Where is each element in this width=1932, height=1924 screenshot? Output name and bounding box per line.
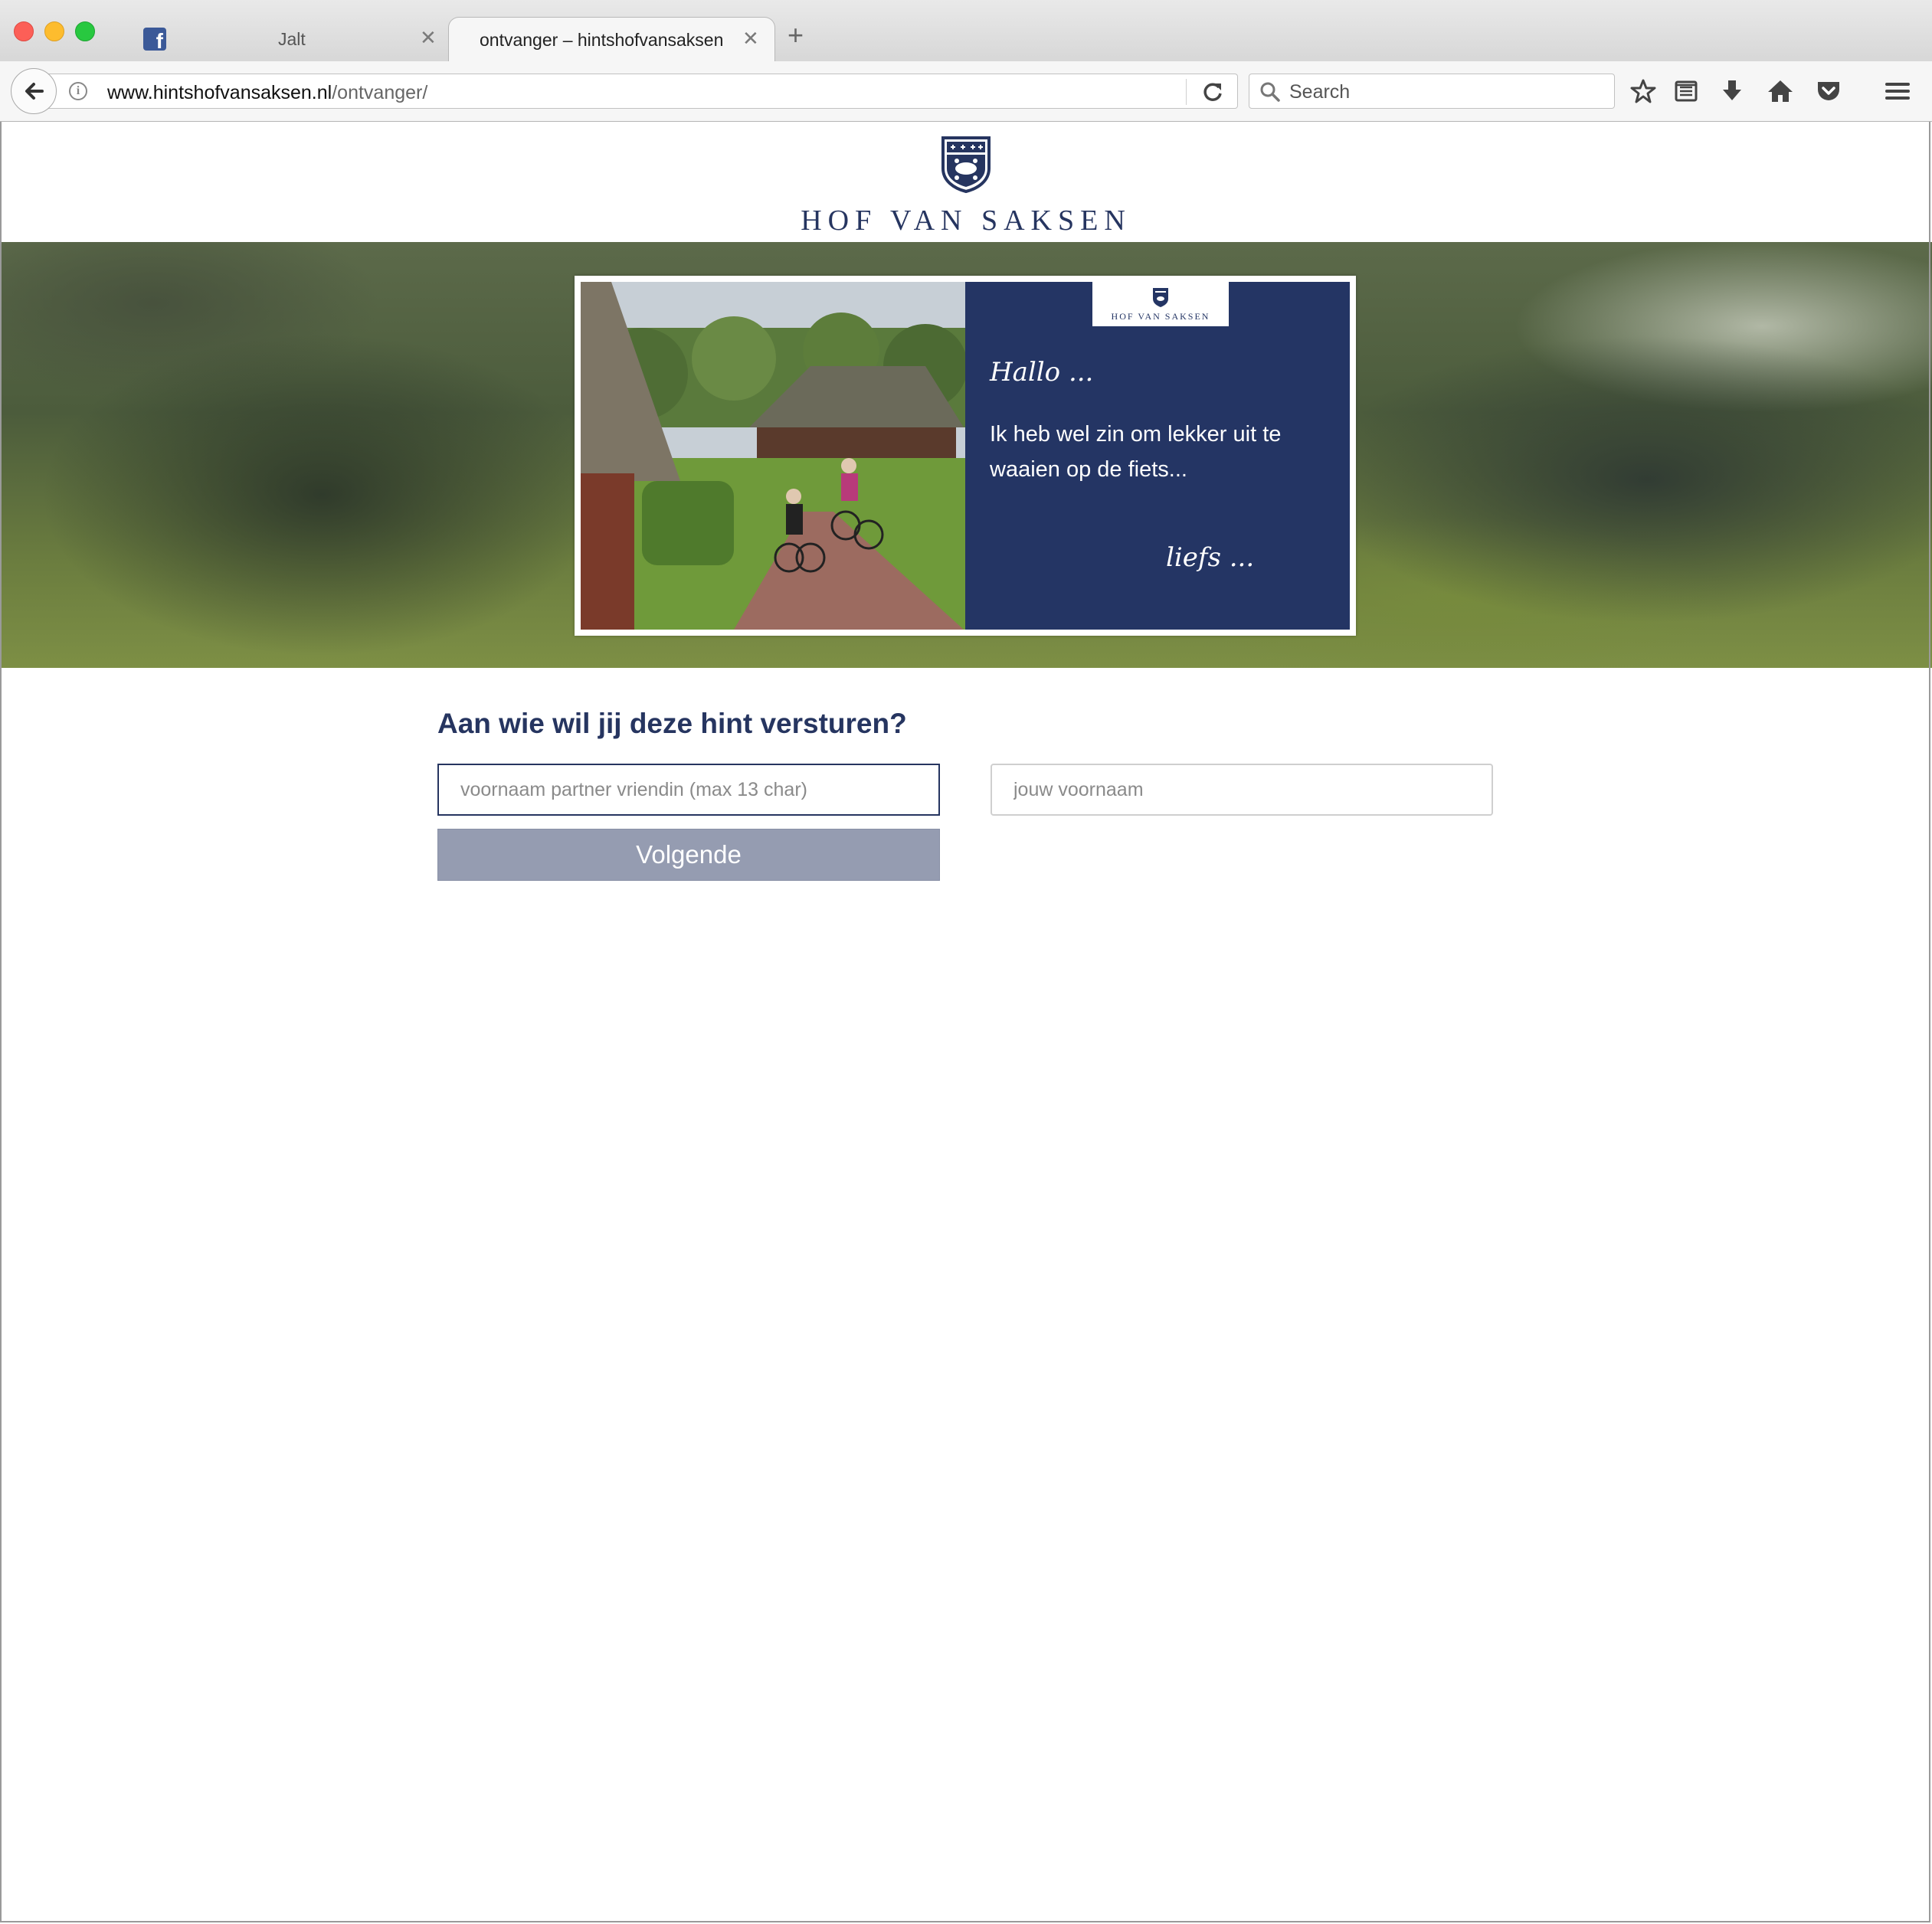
brand-name: HOF VAN SAKSEN xyxy=(801,205,1131,237)
facebook-icon: f xyxy=(143,28,166,51)
close-window-button[interactable] xyxy=(14,21,34,41)
greeting: Hallo ... xyxy=(990,357,1094,388)
site-logo[interactable]: HOF VAN SAKSEN xyxy=(766,135,1166,237)
mini-brand: HOF VAN SAKSEN xyxy=(1111,311,1210,322)
url-host: www.hintshofvansaksen.nl xyxy=(107,82,332,103)
back-arrow-icon xyxy=(25,83,44,100)
tab-bar: f Jalt ✕ ontvanger – hintshofvansaksen ✕… xyxy=(0,0,1932,62)
url-text[interactable]: www.hintshofvansaksen.nl/ontvanger/ xyxy=(107,82,427,104)
mini-logo: HOF VAN SAKSEN xyxy=(1092,282,1229,326)
search-icon xyxy=(1260,82,1280,102)
form-heading: Aan wie wil jij deze hint versturen? xyxy=(437,708,907,739)
next-button[interactable]: Volgende xyxy=(437,829,940,881)
crest-logo-icon xyxy=(1153,288,1168,307)
tab-jalt[interactable]: f Jalt ✕ xyxy=(115,17,444,61)
tab-ontvanger[interactable]: ontvanger – hintshofvansaksen ✕ xyxy=(448,17,775,62)
sender-name-input[interactable] xyxy=(991,764,1493,816)
info-icon[interactable]: i xyxy=(69,82,87,100)
signoff: liefs ... xyxy=(1166,542,1255,573)
navigation-bar: i www.hintshofvansaksen.nl/ontvanger/ Se… xyxy=(0,61,1932,122)
url-divider xyxy=(1186,79,1187,105)
message-panel: HOF VAN SAKSEN Hallo ... Ik heb wel zin … xyxy=(965,282,1350,630)
address-bar[interactable]: i www.hintshofvansaksen.nl/ontvanger/ xyxy=(46,74,1238,109)
minimize-window-button[interactable] xyxy=(44,21,64,41)
tab-close-icon[interactable]: ✕ xyxy=(742,27,759,51)
search-bar[interactable]: Search xyxy=(1249,74,1615,109)
bookmarks-list-icon[interactable] xyxy=(1673,78,1699,104)
back-button[interactable] xyxy=(11,68,57,114)
url-path: /ontvanger/ xyxy=(332,82,428,103)
maximize-window-button[interactable] xyxy=(75,21,95,41)
home-icon[interactable] xyxy=(1767,78,1794,104)
recipient-name-input[interactable] xyxy=(437,764,940,816)
new-tab-button[interactable]: + xyxy=(788,21,804,49)
cyclists-photo xyxy=(581,282,965,630)
reload-icon[interactable] xyxy=(1201,80,1224,103)
menu-icon[interactable] xyxy=(1885,78,1911,104)
message-text: Ik heb wel zin om lekker uit te waaien o… xyxy=(990,422,1282,482)
pocket-icon[interactable] xyxy=(1816,78,1842,104)
search-placeholder: Search xyxy=(1289,81,1351,103)
tab-title: ontvanger – hintshofvansaksen xyxy=(480,30,724,50)
download-icon[interactable] xyxy=(1719,78,1745,104)
hero-banner: HOF VAN SAKSEN Hallo ... Ik heb wel zin … xyxy=(0,242,1932,668)
crest-logo-icon xyxy=(941,136,991,193)
tab-title: Jalt xyxy=(278,29,306,49)
hint-card: HOF VAN SAKSEN Hallo ... Ik heb wel zin … xyxy=(575,276,1356,636)
bookmark-star-icon[interactable] xyxy=(1630,78,1656,104)
tab-close-icon[interactable]: ✕ xyxy=(420,26,437,50)
